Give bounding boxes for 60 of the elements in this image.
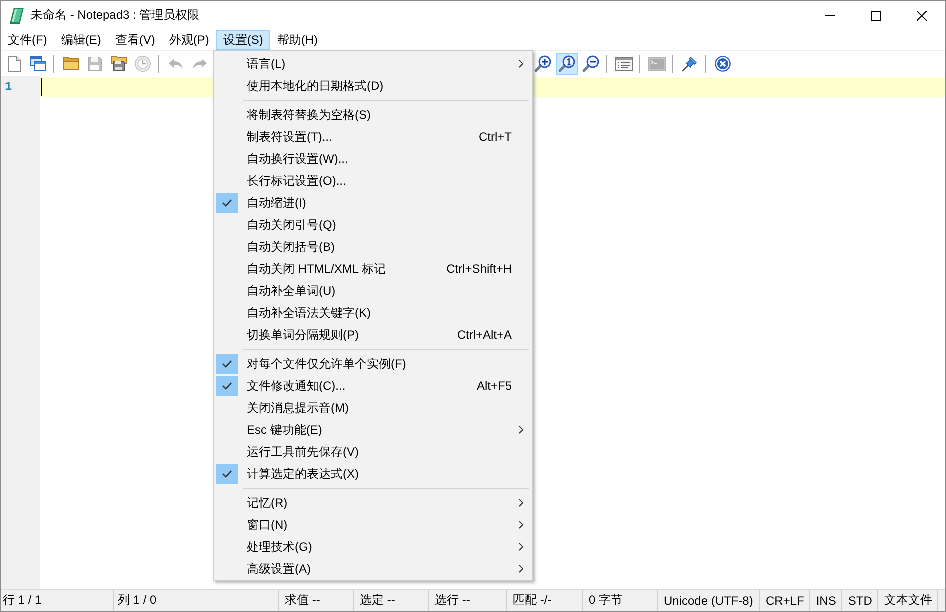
menu-item[interactable]: 制表符设置(T)... <box>247 128 332 146</box>
menu-item[interactable]: 自动关闭引号(Q) <box>247 216 336 234</box>
menu-bar-item[interactable]: 外观(P) <box>162 30 216 50</box>
status-text: 匹配 -/- <box>513 592 552 609</box>
list-window-icon[interactable] <box>615 56 633 70</box>
magnifier-minus-icon[interactable] <box>582 54 600 72</box>
close-circle-icon[interactable] <box>715 56 731 72</box>
status-text: 文本文件 <box>884 592 932 609</box>
status-text: 列 1 / 0 <box>118 592 157 609</box>
status-text: 选定 -- <box>360 592 396 609</box>
menu-item[interactable]: 自动关闭括号(B) <box>247 238 335 256</box>
menu-item[interactable]: 自动补全单词(U) <box>247 282 336 300</box>
keyboard-shortcut: Ctrl+Alt+A <box>457 328 512 342</box>
status-text: 选行 -- <box>435 592 470 609</box>
text-caret <box>41 78 42 96</box>
menu-item[interactable]: 文件修改通知(C)... <box>247 378 346 394</box>
menu-item[interactable]: 对每个文件仅允许单个实例(F) <box>247 356 406 372</box>
menu-item[interactable]: 窗口(N) <box>247 516 288 534</box>
menu-item[interactable]: 语言(L) <box>247 56 286 72</box>
status-text: 求值 -- <box>285 592 320 609</box>
menu-item[interactable]: 高级设置(A) <box>247 560 311 578</box>
notebook-icon <box>10 8 24 24</box>
keyboard-shortcut: Ctrl+T <box>479 130 512 144</box>
menu-bar-item[interactable]: 编辑(E) <box>54 30 108 50</box>
keyboard-shortcut: Ctrl+Shift+H <box>446 262 512 276</box>
status-text: CR+LF <box>766 594 804 608</box>
menu-bar-item[interactable]: 设置(S) <box>216 30 270 50</box>
menu-item[interactable]: 处理技术(G) <box>247 538 312 556</box>
keyboard-shortcut: Alt+F5 <box>476 379 512 393</box>
close-icon[interactable] <box>917 10 927 20</box>
pin-icon[interactable] <box>682 56 698 72</box>
menu-item[interactable]: 自动缩进(I) <box>247 194 306 212</box>
windows-icon[interactable] <box>30 56 46 71</box>
menu-item[interactable]: 关闭消息提示音(M) <box>247 400 349 416</box>
window-title: 未命名 - Notepad3 : 管理员权限 <box>31 7 200 24</box>
menu-item[interactable]: 将制表符替换为空格(S) <box>247 106 371 124</box>
menu-item[interactable]: 切换单词分隔规则(P) <box>247 326 359 344</box>
menu-item[interactable]: 自动补全语法关键字(K) <box>247 304 371 322</box>
folder-disk-icon[interactable] <box>111 56 127 71</box>
maximize-icon[interactable] <box>871 10 881 20</box>
status-text: 行 1 / 1 <box>3 592 42 609</box>
menu-item[interactable]: 自动换行设置(W)... <box>247 150 348 168</box>
menu-bar-item[interactable]: 查看(V) <box>108 30 162 50</box>
menu-item[interactable]: 计算选定的表达式(X) <box>247 466 359 482</box>
menu-item[interactable]: Esc 键功能(E) <box>247 422 322 438</box>
menu-item[interactable]: 运行工具前先保存(V) <box>247 444 359 460</box>
status-text: Unicode (UTF-8) <box>664 594 754 608</box>
menu-bar-item[interactable]: 文件(F) <box>1 30 54 50</box>
folder-icon[interactable] <box>63 57 79 70</box>
menu-item[interactable]: 使用本地化的日期格式(D) <box>247 78 384 94</box>
line-number: 1 <box>5 80 12 94</box>
menu-item[interactable]: 长行标记设置(O)... <box>247 172 346 190</box>
status-text: STD <box>848 594 872 608</box>
status-text: 0 字节 <box>589 592 624 609</box>
magnifier-plus-icon[interactable] <box>534 54 552 72</box>
menu-item[interactable]: 记忆(R) <box>247 494 288 512</box>
menu-item[interactable]: 自动关闭 HTML/XML 标记 <box>247 260 386 278</box>
status-text: INS <box>816 594 836 608</box>
menu-bar-item[interactable]: 帮助(H) <box>270 30 325 50</box>
page-icon[interactable] <box>8 56 20 72</box>
